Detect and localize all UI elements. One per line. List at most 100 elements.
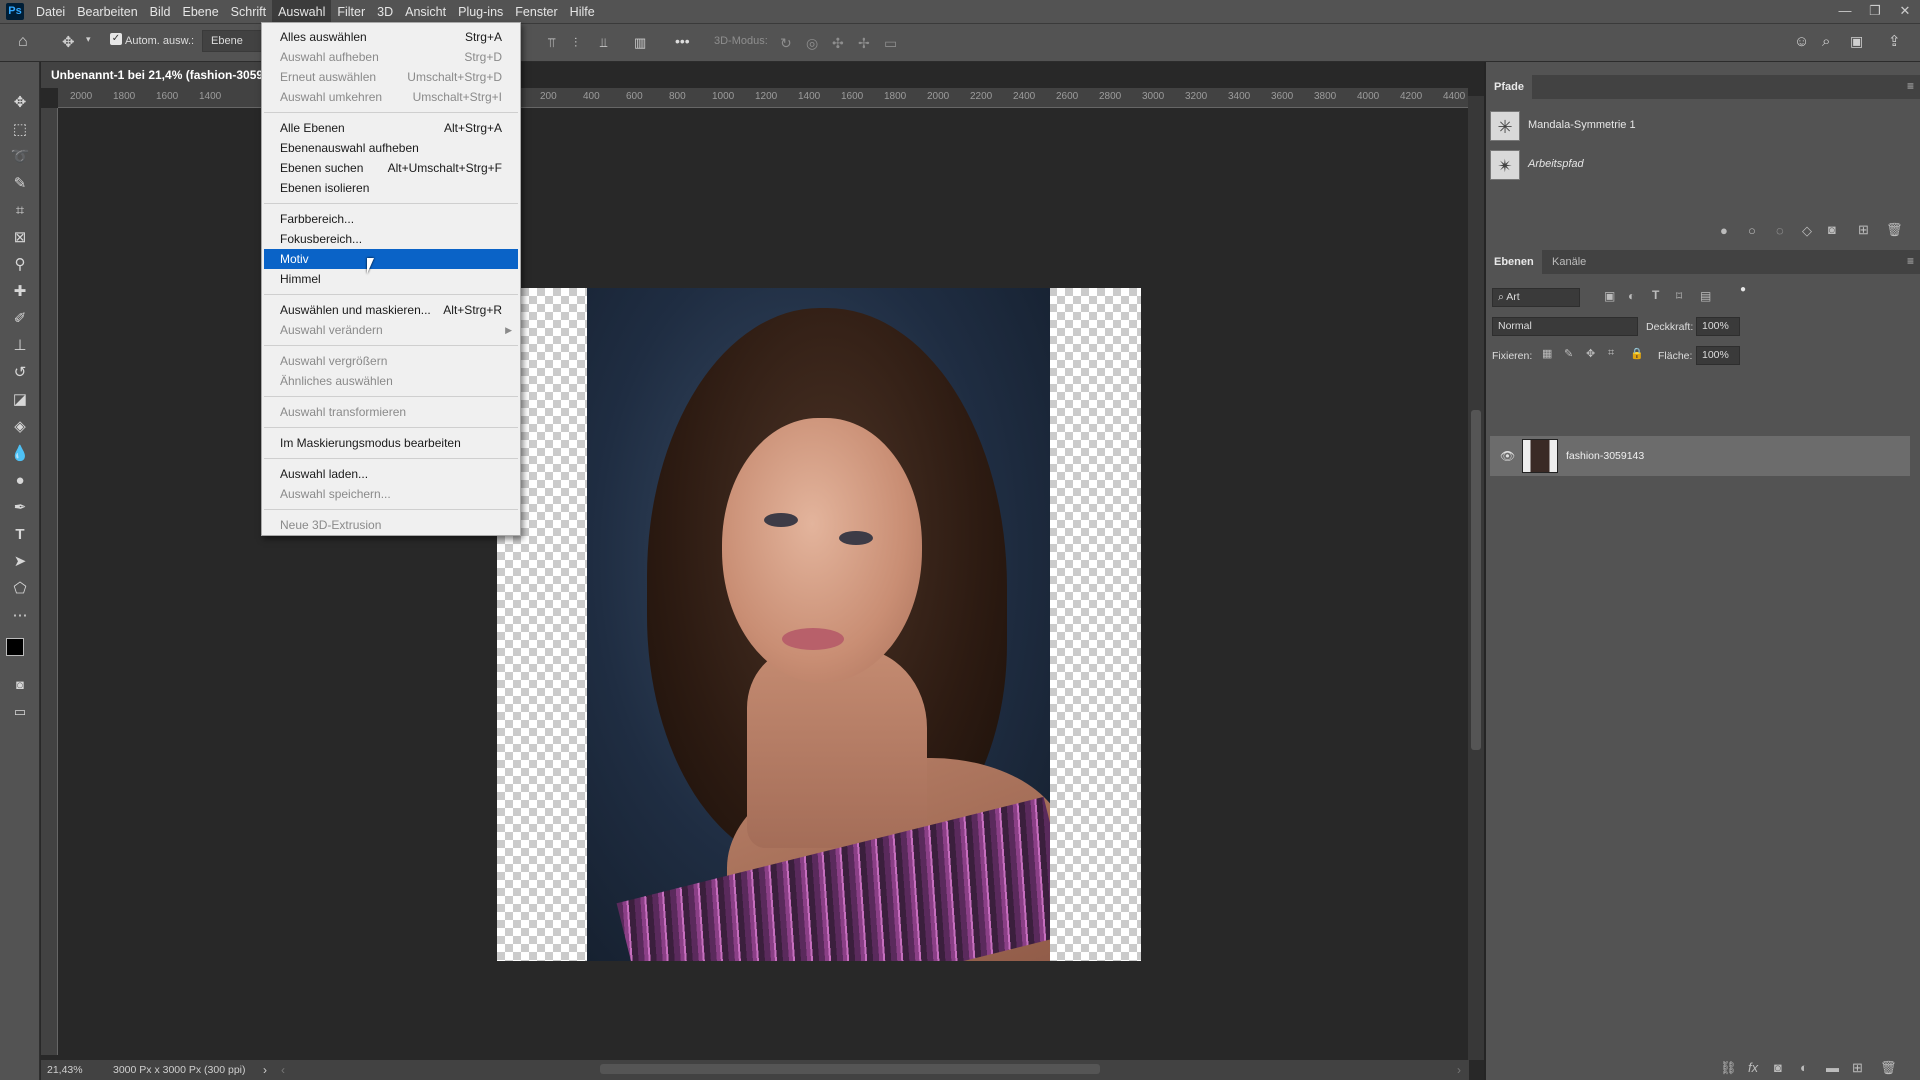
path-item[interactable]: ✴ Arbeitspfad [1486, 146, 1906, 184]
delete-layer-icon[interactable]: 🗑 [1880, 1060, 1897, 1076]
crop-tool-icon[interactable]: ⌗ [8, 200, 32, 222]
menu-fenster[interactable]: Fenster [509, 0, 563, 24]
align-vcenter-icon[interactable]: ⫶ [574, 35, 577, 51]
new-layer-icon[interactable]: ⊞ [1852, 1060, 1863, 1076]
fill-path-icon[interactable]: ● [1720, 223, 1728, 238]
filter-pixel-icon[interactable]: ▣ [1604, 289, 1615, 303]
filter-toggle-icon[interactable]: ● [1740, 284, 1746, 295]
scroll-right-icon[interactable]: › [1457, 1060, 1461, 1080]
opacity-field[interactable]: 100% [1696, 317, 1740, 336]
move-tool-icon[interactable]: ✥ [62, 33, 75, 51]
3d-pan-icon[interactable]: ✣ [832, 35, 844, 52]
lock-artboard-icon[interactable]: ⌗ [1608, 347, 1614, 360]
filter-type-icon[interactable]: T [1652, 288, 1659, 302]
restore-button[interactable]: ❐ [1860, 0, 1890, 22]
layer-filter-dropdown[interactable]: ⌕ Art [1492, 288, 1580, 307]
menu-bild[interactable]: Bild [144, 0, 177, 24]
move-tool-icon[interactable]: ✥ [8, 92, 32, 114]
more-options-icon[interactable]: ••• [675, 33, 690, 49]
document-tab[interactable]: Unbenannt-1 bei 21,4% (fashion-3059143/R… [41, 62, 263, 88]
blur-tool-icon[interactable]: 💧 [8, 443, 32, 465]
search-icon[interactable]: ⌕ [1822, 33, 1830, 50]
align-top-icon[interactable]: ⫪ [548, 35, 555, 51]
foreground-color-swatch[interactable] [6, 638, 24, 656]
healing-brush-tool-icon[interactable]: ✚ [8, 281, 32, 303]
menu-filter[interactable]: Filter [331, 0, 371, 24]
3d-roll-icon[interactable]: ◎ [806, 35, 818, 52]
menu-item-im-maskierungsmodus-bearbeiten[interactable]: Im Maskierungsmodus bearbeiten [264, 433, 518, 453]
tab-paths[interactable]: Pfade [1486, 75, 1532, 99]
tab-layers[interactable]: Ebenen [1486, 250, 1542, 274]
status-arrow-icon[interactable]: › [263, 1060, 267, 1080]
make-work-path-icon[interactable]: ◇ [1802, 223, 1812, 239]
3d-rotate-icon[interactable]: ↻ [780, 35, 792, 52]
pen-tool-icon[interactable]: ✒ [8, 497, 32, 519]
path-item[interactable]: ✳ Mandala-Symmetrie 1 [1486, 107, 1906, 145]
lock-position-icon[interactable]: ✥ [1586, 347, 1595, 360]
marquee-tool-icon[interactable]: ⬚ [8, 119, 32, 141]
add-mask-icon[interactable]: ◙ [1828, 222, 1836, 237]
scroll-left-icon[interactable]: ‹ [281, 1060, 285, 1080]
align-bottom-icon[interactable]: ⫫ [600, 35, 607, 51]
more-tools-icon[interactable]: ⋯ [8, 605, 32, 627]
paint-bucket-tool-icon[interactable]: ◈ [8, 416, 32, 438]
horizontal-scroll-thumb[interactable] [600, 1064, 1100, 1074]
layer-row[interactable]: 👁 fashion-3059143 [1490, 436, 1910, 476]
menu-item-motiv[interactable]: Motiv [264, 249, 518, 269]
menu-ansicht[interactable]: Ansicht [399, 0, 452, 24]
blend-mode-dropdown[interactable]: Normal [1492, 317, 1638, 336]
3d-camera-icon[interactable]: ▭ [884, 35, 897, 52]
screen-mode-icon[interactable]: ▭ [8, 701, 32, 723]
auto-select-checkbox[interactable]: ✓ [110, 33, 122, 45]
dodge-tool-icon[interactable]: ● [8, 470, 32, 492]
load-path-as-selection-icon[interactable]: ◌ [1776, 223, 1784, 238]
menu-3d[interactable]: 3D [371, 0, 399, 24]
menu-item-alle-ebenen[interactable]: Alle Ebenen Alt+Strg+A [264, 118, 518, 138]
minimize-button[interactable]: — [1830, 0, 1860, 22]
menu-item-alles-auswählen[interactable]: Alles auswählen Strg+A [264, 27, 518, 47]
menu-item-himmel[interactable]: Himmel [264, 269, 518, 289]
panel-menu-icon[interactable]: ≡ [1907, 254, 1914, 268]
menu-item-auswahl-laden[interactable]: Auswahl laden... [264, 464, 518, 484]
eraser-tool-icon[interactable]: ◪ [8, 389, 32, 411]
3d-slide-icon[interactable]: ✢ [858, 35, 870, 52]
filter-smart-object-icon[interactable]: ▤ [1700, 289, 1711, 303]
tab-channels[interactable]: Kanäle [1544, 250, 1594, 274]
close-button[interactable]: ✕ [1890, 0, 1920, 22]
new-path-icon[interactable]: ⊞ [1858, 222, 1869, 238]
menu-ebene[interactable]: Ebene [177, 0, 225, 24]
link-layers-icon[interactable]: ⛓ [1720, 1060, 1737, 1076]
layer-effects-icon[interactable]: fx [1748, 1060, 1758, 1075]
fill-field[interactable]: 100% [1696, 346, 1740, 365]
new-group-icon[interactable]: ▬ [1826, 1060, 1839, 1075]
quick-selection-tool-icon[interactable]: ✎ [8, 173, 32, 195]
history-brush-tool-icon[interactable]: ↺ [8, 362, 32, 384]
menu-schrift[interactable]: Schrift [225, 0, 272, 24]
layer-image-portrait[interactable] [587, 288, 1050, 961]
quick-mask-icon[interactable]: ◙ [8, 674, 32, 696]
lock-pixels-icon[interactable]: ✎ [1564, 347, 1573, 360]
workspace-icon[interactable]: ▣ [1850, 33, 1863, 50]
frame-tool-icon[interactable]: ⊠ [8, 227, 32, 249]
menu-plug-ins[interactable]: Plug-ins [452, 0, 509, 24]
menu-hilfe[interactable]: Hilfe [564, 0, 601, 24]
menu-item-auswählen-und-maskieren[interactable]: Auswählen und maskieren... Alt+Strg+R [264, 300, 518, 320]
share-icon[interactable]: ⇪ [1888, 32, 1901, 50]
type-tool-icon[interactable]: T [8, 524, 32, 546]
filter-adjustment-icon[interactable]: ◐ [1628, 289, 1635, 303]
menu-auswahl[interactable]: Auswahl [272, 0, 332, 24]
visibility-eye-icon[interactable]: 👁 [1500, 449, 1515, 463]
panel-menu-icon[interactable]: ≡ [1907, 79, 1914, 93]
stroke-path-icon[interactable]: ○ [1748, 223, 1756, 238]
adjustment-layer-icon[interactable]: ◐ [1800, 1060, 1808, 1075]
eyedropper-tool-icon[interactable]: ⚲ [8, 254, 32, 276]
path-selection-tool-icon[interactable]: ➤ [8, 551, 32, 573]
brush-tool-icon[interactable]: ✐ [8, 308, 32, 330]
lock-all-icon[interactable]: 🔒 [1630, 347, 1644, 360]
menu-item-ebenen-isolieren[interactable]: Ebenen isolieren [264, 178, 518, 198]
delete-path-icon[interactable]: 🗑 [1886, 222, 1903, 238]
lasso-tool-icon[interactable]: ➰ [8, 146, 32, 168]
auto-select-dropdown[interactable]: Ebene [202, 30, 264, 52]
share-user-icon[interactable]: ☺ [1794, 33, 1809, 50]
filter-shape-icon[interactable]: ⌑ [1676, 289, 1682, 303]
